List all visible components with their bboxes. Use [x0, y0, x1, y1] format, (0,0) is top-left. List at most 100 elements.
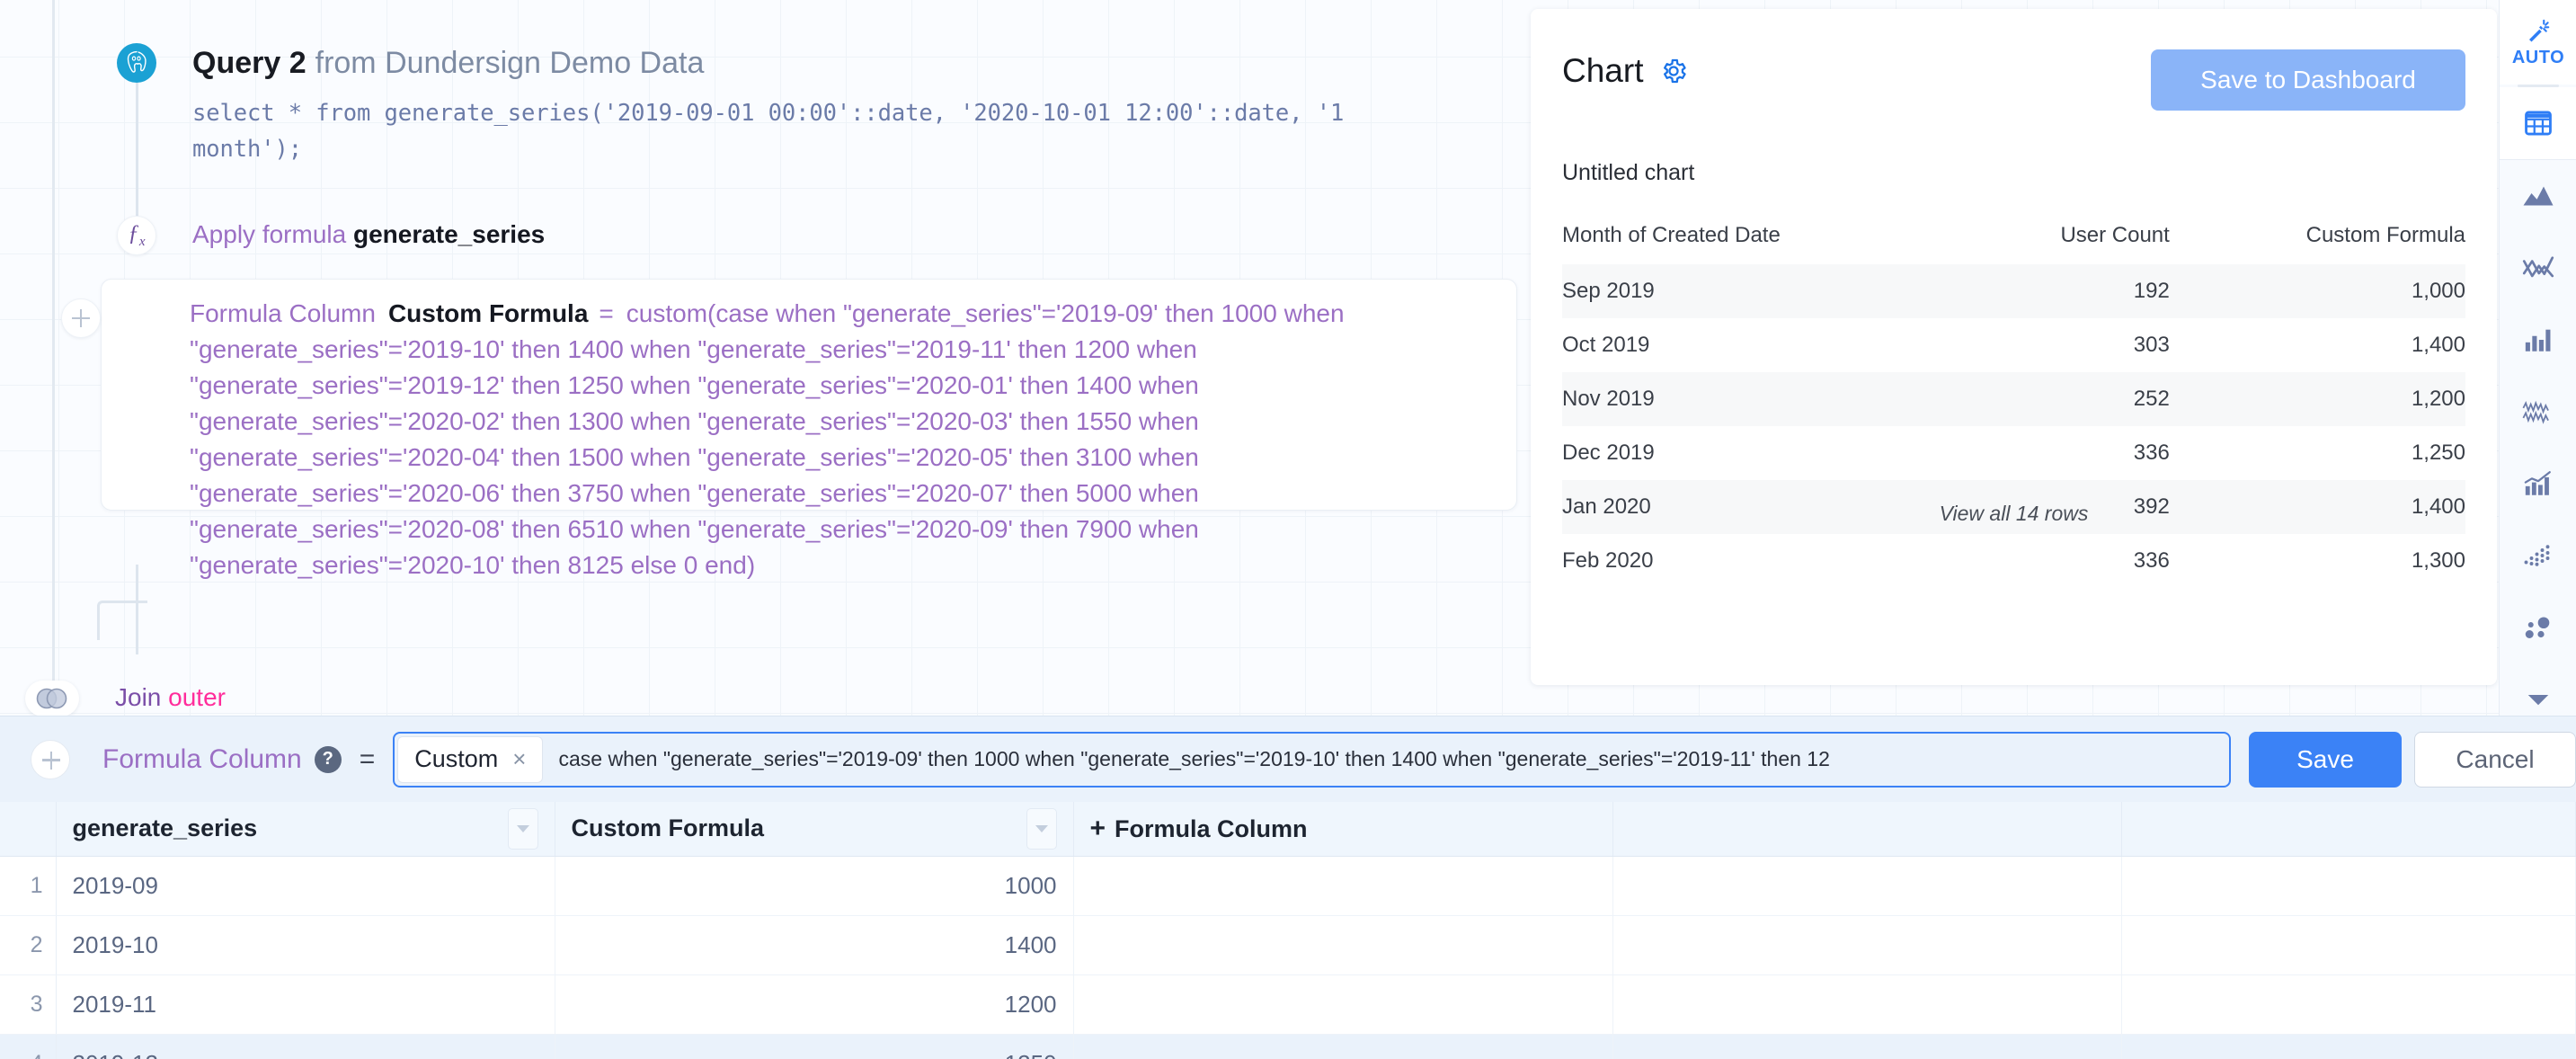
row-number: 1: [0, 856, 57, 916]
query-title-row: Query 2 from Dundersign Demo Data: [192, 46, 704, 81]
formula-input[interactable]: [546, 733, 2229, 786]
rail-item-table[interactable]: [2500, 87, 2576, 159]
dot-plot-icon: [2524, 545, 2550, 566]
cell-month: Feb 2020: [1562, 548, 1654, 573]
cancel-button[interactable]: Cancel: [2414, 731, 2576, 788]
query-from-label: from: [315, 46, 377, 80]
formula-input-wrapper[interactable]: Custom ×: [393, 731, 2231, 788]
cell-empty: [1073, 1034, 1613, 1059]
venn-diagram-icon: [25, 681, 79, 716]
sparkline-chart-icon: [2522, 400, 2549, 424]
rail-item-bubble[interactable]: [2500, 592, 2576, 663]
grid-header-row: generate_series Custom Formula + Formula …: [0, 802, 2576, 857]
gear-icon[interactable]: [1659, 57, 1688, 85]
add-formula-column-icon[interactable]: [31, 739, 70, 779]
rail-item-combo[interactable]: [2500, 448, 2576, 520]
cell-empty: [1073, 915, 1613, 975]
row-number: 3: [0, 974, 57, 1035]
app-root: Query 2 from Dundersign Demo Data select …: [0, 0, 2576, 1059]
cell-empty: [1612, 856, 2122, 916]
table-header-row: Month of Created Date User Count Custom …: [1562, 214, 2465, 264]
cell-empty: [2121, 856, 2576, 916]
formula-expr-line-2: "generate_series"='2019-12' then 1250 wh…: [190, 371, 1199, 399]
formula-expr-line-0: custom(case when "generate_series"='2019…: [626, 299, 1345, 327]
table-chart-icon: [2525, 111, 2552, 136]
postgres-icon: [117, 43, 156, 83]
editor-label: Formula Column: [102, 743, 302, 774]
rail-item-line[interactable]: [2500, 232, 2576, 304]
cell-empty: [2121, 915, 2576, 975]
fx-icon: ƒx: [117, 216, 156, 255]
formula-column-lead: Formula Column Custom Formula = custom(case…: [190, 296, 1498, 332]
row-number: 4: [0, 1034, 57, 1059]
table-row[interactable]: 2 2019-10 1400: [0, 915, 2576, 975]
formula-type-label: Custom: [414, 745, 499, 772]
cell-generate-series: 2019-09: [56, 856, 555, 916]
cell-month: Oct 2019: [1562, 333, 1650, 357]
rail-item-bar[interactable]: [2500, 304, 2576, 376]
chart-panel-title: Chart: [1562, 52, 1644, 89]
column-header-month: Month of Created Date: [1562, 223, 1781, 247]
cell-empty: [2121, 1034, 2576, 1059]
join-type[interactable]: outer: [168, 683, 226, 711]
cell-user-count: 336: [2133, 548, 2170, 573]
rail-item-dot-plot[interactable]: [2500, 520, 2576, 592]
join-label: Join: [115, 683, 162, 711]
save-to-dashboard-button[interactable]: Save to Dashboard: [2151, 49, 2465, 111]
formula-expr-line-3: "generate_series"='2020-02' then 1300 wh…: [190, 407, 1199, 435]
grid-header-label: generate_series: [72, 814, 258, 842]
formula-expr-lines: "generate_series"='2019-10' then 1400 wh…: [190, 332, 1498, 583]
apply-formula-name: generate_series: [352, 220, 546, 248]
row-number: 2: [0, 915, 57, 975]
rail-auto-label: AUTO: [2511, 47, 2565, 67]
grid-header-empty: [1612, 802, 2122, 857]
formula-type-token[interactable]: Custom ×: [397, 735, 544, 783]
rail-item-sparkline[interactable]: [2500, 376, 2576, 448]
formula-expr-line-4: "generate_series"='2020-04' then 1500 wh…: [190, 443, 1199, 471]
formula-column-name: Custom Formula: [387, 299, 589, 327]
cell-empty: [1612, 1034, 2122, 1059]
chart-panel-header: Chart: [1562, 52, 1688, 90]
sql-text[interactable]: select * from generate_series('2019-09-0…: [192, 95, 1451, 167]
apply-formula-label: Apply formula: [192, 220, 347, 248]
cell-generate-series: 2019-10: [56, 915, 555, 975]
formula-editor-bar: Formula Column ? = Custom × Save Cancel: [0, 716, 2576, 802]
cell-custom-formula: 1,000: [2411, 279, 2465, 303]
rail-item-auto[interactable]: AUTO: [2500, 0, 2576, 85]
join-text: Join outer: [115, 683, 226, 712]
column-header-user-count: User Count: [2060, 223, 2170, 247]
table-row[interactable]: 1 2019-09 1000: [0, 856, 2576, 916]
plus-icon: +: [1089, 813, 1106, 843]
view-all-rows-link[interactable]: View all 14 rows: [1531, 502, 2497, 526]
formula-column-body: Formula Column Custom Formula = custom(case…: [190, 296, 1498, 583]
add-column-label: Formula Column: [1115, 814, 1308, 842]
table-row[interactable]: 4 2019-12 1250: [0, 1034, 2576, 1059]
help-icon[interactable]: ?: [314, 745, 342, 773]
save-button[interactable]: Save: [2249, 731, 2402, 788]
grid-header-custom-formula[interactable]: Custom Formula: [555, 802, 1074, 857]
add-step-icon[interactable]: [61, 298, 101, 338]
table-row[interactable]: 3 2019-11 1200: [0, 974, 2576, 1035]
auto-chart-icon: [2529, 19, 2550, 41]
chevron-down-icon[interactable]: [1026, 807, 1057, 850]
connector-line-3: [136, 565, 138, 654]
formula-column-card[interactable]: Formula Column Custom Formula = custom(case…: [61, 279, 1517, 579]
editor-equals: =: [359, 743, 376, 774]
chevron-down-icon[interactable]: [507, 807, 538, 850]
rail-item-area[interactable]: [2500, 160, 2576, 232]
formula-expr-line-5: "generate_series"='2020-06' then 3750 wh…: [190, 479, 1199, 507]
table-row: Nov 2019 252 1,200: [1562, 372, 2465, 426]
cell-empty: [1073, 856, 1613, 916]
chart-name[interactable]: Untitled chart: [1562, 160, 1694, 186]
grid-header-generate-series[interactable]: generate_series: [56, 802, 555, 857]
query-source[interactable]: Dundersign Demo Data: [385, 46, 704, 80]
sql-line-1: select * from generate_series('2019-09-0…: [192, 100, 1345, 127]
table-row: Feb 2020 336 1,300: [1562, 534, 2465, 588]
cell-user-count: 303: [2133, 333, 2170, 357]
formula-expr-line-7: "generate_series"='2020-10' then 8125 el…: [190, 551, 756, 579]
add-formula-column-button[interactable]: + Formula Column: [1073, 802, 1613, 857]
grid-header-label: Custom Formula: [571, 814, 765, 842]
results-grid: generate_series Custom Formula + Formula …: [0, 802, 2576, 1059]
cell-generate-series: 2019-12: [56, 1034, 555, 1059]
close-icon[interactable]: ×: [512, 745, 526, 773]
